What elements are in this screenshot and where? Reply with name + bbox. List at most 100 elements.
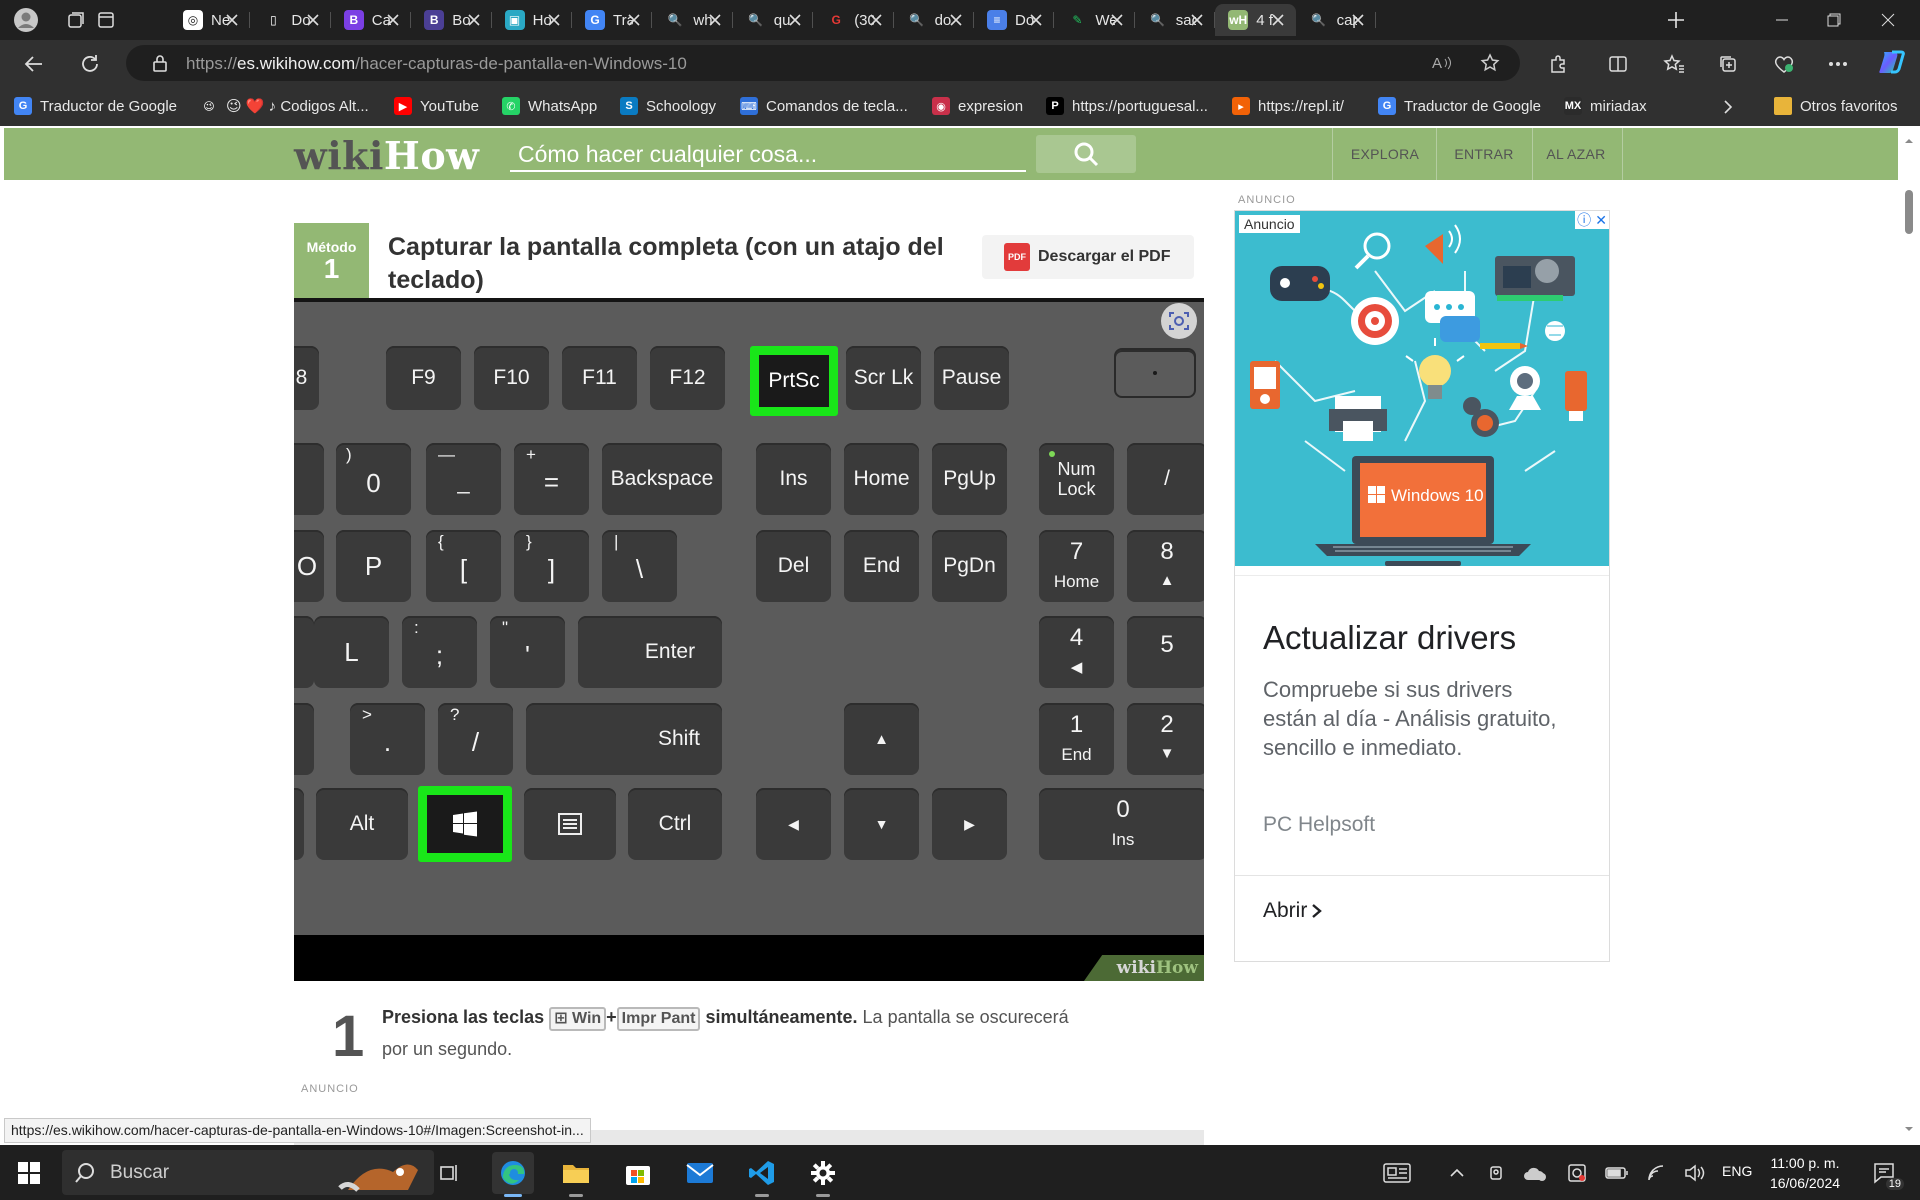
security-app-icon[interactable] xyxy=(1556,1152,1598,1194)
notifications-icon[interactable]: 19 xyxy=(1864,1152,1906,1194)
key-enter: Enter xyxy=(578,616,722,688)
favorite-star-icon[interactable] xyxy=(1476,49,1504,77)
ad-image[interactable]: Windows 10 Anuncio ⓘ ✕ xyxy=(1235,211,1609,566)
visual-search-icon[interactable] xyxy=(1161,303,1197,339)
tab-close-icon[interactable] xyxy=(383,10,403,30)
nav-entrar[interactable]: ENTRAR xyxy=(1444,128,1524,180)
ad-panel[interactable]: Windows 10 Anuncio ⓘ ✕ Actualizar drivers… xyxy=(1234,210,1610,962)
browser-tab[interactable]: 🔍cap xyxy=(1296,4,1376,36)
scrollbar-thumb[interactable] xyxy=(1905,190,1913,234)
ad-open-button[interactable]: Abrir xyxy=(1263,899,1325,923)
tab-close-icon[interactable] xyxy=(303,10,323,30)
bookmark-item[interactable]: ▸ https://repl.it/ xyxy=(1232,97,1344,115)
tab-close-icon[interactable] xyxy=(946,10,966,30)
mail-icon[interactable] xyxy=(679,1152,721,1194)
tab-close-icon[interactable] xyxy=(544,10,564,30)
onedrive-icon[interactable] xyxy=(1514,1152,1556,1194)
browser-tab[interactable]: B Ca xyxy=(331,4,412,36)
browser-essentials-icon[interactable] xyxy=(1770,50,1798,78)
more-bookmarks-chevron-icon[interactable] xyxy=(1714,93,1742,121)
tab-actions-icon[interactable] xyxy=(92,6,120,34)
tab-close-icon[interactable] xyxy=(1348,10,1368,30)
copilot-icon[interactable] xyxy=(1878,48,1906,76)
ad-close-icon[interactable]: ⓘ ✕ xyxy=(1575,211,1609,229)
start-button[interactable] xyxy=(8,1152,50,1194)
show-hidden-icons-chevron[interactable] xyxy=(1436,1152,1478,1194)
clock[interactable]: 11:00 p. m. 16/06/2024 xyxy=(1750,1153,1860,1193)
browser-tab[interactable]: ▯ Do xyxy=(250,4,331,36)
bookmark-item[interactable]: G Traductor de Google xyxy=(1378,97,1541,115)
collections-icon[interactable] xyxy=(1714,50,1742,78)
read-aloud-icon[interactable]: A xyxy=(1428,49,1456,77)
profile-avatar[interactable] xyxy=(12,6,40,34)
restore-button[interactable] xyxy=(1820,6,1848,34)
browser-tab[interactable]: G Tra xyxy=(572,4,653,36)
tab-close-icon[interactable] xyxy=(1026,10,1046,30)
back-button[interactable] xyxy=(20,50,48,78)
microsoft-store-icon[interactable] xyxy=(617,1152,659,1194)
wikihow-search-button[interactable] xyxy=(1036,135,1136,173)
tab-close-icon[interactable] xyxy=(866,10,886,30)
meet-now-icon[interactable] xyxy=(1476,1152,1518,1194)
browser-tab[interactable]: B Bo xyxy=(411,4,492,36)
bookmark-item[interactable]: S Schoology xyxy=(620,97,716,115)
browser-tab[interactable]: 🔍 qu xyxy=(733,4,814,36)
tab-close-icon[interactable] xyxy=(464,10,484,30)
download-pdf-button[interactable]: PDF Descargar el PDF xyxy=(982,235,1194,279)
wikihow-logo[interactable]: wikiHow xyxy=(294,133,479,178)
volume-icon[interactable] xyxy=(1674,1152,1716,1194)
wikihow-search-input[interactable]: Cómo hacer cualquier cosa... xyxy=(510,138,1026,172)
wifi-icon[interactable] xyxy=(1636,1152,1678,1194)
bookmark-item[interactable]: 😉 😉 ❤️ ♪ Codigos Alt... xyxy=(200,97,368,115)
bookmark-item[interactable]: ✆ WhatsApp xyxy=(502,97,597,115)
task-view-icon[interactable] xyxy=(428,1152,470,1194)
close-window-button[interactable] xyxy=(1874,6,1902,34)
bookmark-item[interactable]: ◉ expresion xyxy=(932,97,1023,115)
address-bar[interactable]: https://es.wikihow.com/hacer-capturas-de… xyxy=(126,45,1520,81)
browser-tab[interactable]: G (30 xyxy=(813,4,894,36)
edge-taskbar-icon[interactable] xyxy=(492,1152,534,1197)
browser-tab[interactable]: wH 4 f xyxy=(1215,4,1296,36)
taskbar-search[interactable]: Buscar xyxy=(62,1150,434,1195)
settings-menu-icon[interactable] xyxy=(1824,50,1852,78)
language-indicator[interactable]: ENG xyxy=(1722,1163,1752,1179)
keyboard-illustration[interactable]: 8 F9 F10 F11 F12 PrtSc Scr Lk Pause) 0— _ + = Backsp… xyxy=(294,298,1204,981)
minimize-button[interactable] xyxy=(1768,6,1796,34)
browser-tab[interactable]: ≡ Do xyxy=(974,4,1055,36)
tab-close-icon[interactable] xyxy=(624,10,644,30)
favorites-icon[interactable] xyxy=(1660,50,1688,78)
bookmark-item[interactable]: G Traductor de Google xyxy=(14,97,177,115)
new-tab-button[interactable] xyxy=(1662,6,1690,34)
vscode-icon[interactable] xyxy=(741,1152,783,1197)
other-favorites-folder[interactable]: Otros favoritos xyxy=(1774,97,1898,115)
browser-tab[interactable]: ◎ Ne xyxy=(170,4,251,36)
browser-tab[interactable]: ▣ Ho xyxy=(492,4,572,36)
tab-close-icon[interactable] xyxy=(785,10,805,30)
lock-icon[interactable] xyxy=(146,49,174,77)
bookmark-item[interactable]: ▶ YouTube xyxy=(394,97,479,115)
bookmark-item[interactable]: Phttps://portuguesal... xyxy=(1046,97,1208,115)
tab-close-icon[interactable] xyxy=(1268,10,1288,30)
tab-close-icon[interactable] xyxy=(1187,10,1207,30)
split-screen-icon[interactable] xyxy=(1604,50,1632,78)
bookmark-item[interactable]: ⌨ Comandos de tecla... xyxy=(740,97,908,115)
vertical-scrollbar[interactable] xyxy=(1898,128,1920,1145)
browser-tab[interactable]: 🔍 sac xyxy=(1135,4,1216,36)
workspaces-icon[interactable] xyxy=(62,6,90,34)
tab-close-icon[interactable] xyxy=(705,10,725,30)
browser-tab[interactable]: ✎ We xyxy=(1054,4,1135,36)
tab-close-icon[interactable] xyxy=(222,10,242,30)
browser-tab[interactable]: 🔍 do xyxy=(894,4,974,36)
ad-title[interactable]: Actualizar drivers xyxy=(1263,619,1516,657)
reload-button[interactable] xyxy=(76,50,104,78)
settings-gear-icon[interactable] xyxy=(802,1152,844,1197)
nav-explora[interactable]: EXPLORA xyxy=(1346,128,1424,180)
extensions-icon[interactable] xyxy=(1544,50,1572,78)
battery-icon[interactable] xyxy=(1596,1152,1638,1194)
nav-al-azar[interactable]: AL AZAR xyxy=(1536,128,1616,180)
news-widget-icon[interactable] xyxy=(1376,1152,1418,1194)
tab-close-icon[interactable] xyxy=(1107,10,1127,30)
file-explorer-icon[interactable] xyxy=(555,1152,597,1197)
bookmark-item[interactable]: MX miriadax xyxy=(1564,97,1647,115)
browser-tab[interactable]: 🔍 wh xyxy=(652,4,733,36)
